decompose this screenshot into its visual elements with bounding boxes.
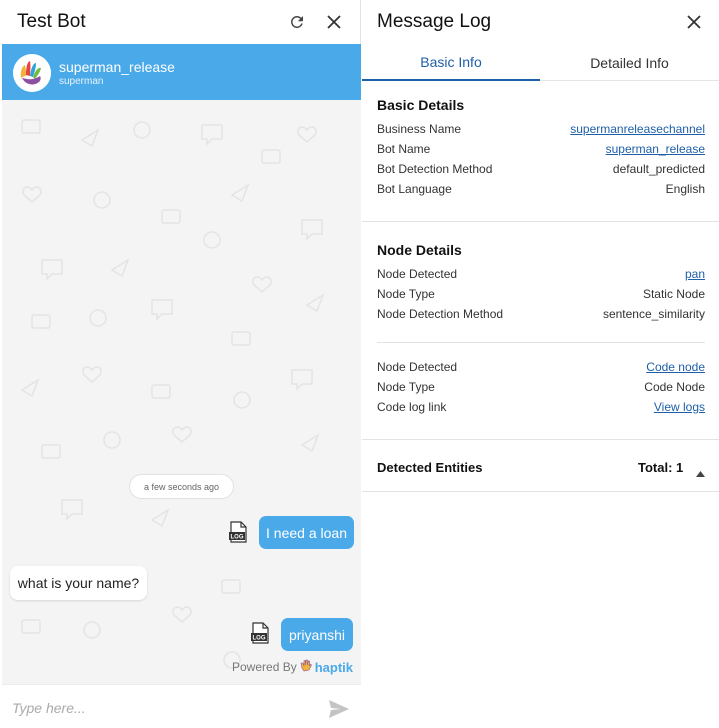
test-bot-panel: Test Bot superman_release superman a few…: [0, 0, 361, 728]
refresh-icon[interactable]: [285, 10, 309, 34]
powered-by-label: Powered By: [232, 660, 297, 674]
info-value: Code Node: [644, 380, 705, 394]
section-divider: [362, 439, 719, 440]
svg-text:LOG: LOG: [231, 535, 244, 541]
bot-info-bar: superman_release superman: [2, 44, 361, 100]
info-row: Bot Name superman_release: [377, 142, 705, 160]
bot-avatar: [13, 54, 51, 92]
info-key: Bot Name: [377, 142, 431, 156]
info-value: default_predicted: [612, 162, 705, 176]
tab-basic-info[interactable]: Basic Info: [362, 44, 540, 81]
powered-by: Powered By haptik: [232, 659, 353, 675]
log-icon[interactable]: LOG: [250, 622, 270, 644]
info-row: Node Type Code Node: [377, 380, 705, 398]
node-details-title: Node Details: [377, 242, 462, 258]
info-value: sentence_similarity: [602, 307, 705, 321]
info-key: Node Detected: [377, 267, 458, 281]
code-node-link[interactable]: Code node: [646, 360, 705, 374]
section-divider: [362, 491, 719, 492]
info-key: Bot Language: [377, 182, 452, 196]
bot-name-link[interactable]: superman_release: [606, 142, 705, 156]
info-value: English: [665, 182, 705, 196]
message-input[interactable]: [12, 697, 312, 719]
info-value: Static Node: [642, 287, 705, 301]
info-row: Code log link View logs: [377, 400, 705, 418]
info-row: Node Detected Code node: [377, 360, 705, 378]
section-divider: [362, 221, 719, 222]
app-root: Test Bot superman_release superman a few…: [0, 0, 719, 728]
detected-entities-label: Detected Entities: [377, 460, 483, 475]
log-icon[interactable]: LOG: [228, 521, 248, 543]
log-tabs: Basic Info Detailed Info: [362, 44, 719, 81]
bot-subtitle: superman: [59, 76, 104, 87]
bot-name: superman_release: [59, 59, 175, 75]
view-logs-link[interactable]: View logs: [654, 400, 705, 414]
user-message: I need a loan: [259, 516, 354, 549]
bot-message: what is your name?: [10, 566, 147, 600]
detected-entities-toggle[interactable]: Detected Entities Total: 1: [362, 441, 719, 491]
timestamp-pill: a few seconds ago: [129, 474, 234, 499]
info-key: Business Name: [377, 122, 462, 136]
hand-icon: [300, 659, 312, 675]
test-bot-title: Test Bot: [17, 11, 86, 32]
info-key: Node Type: [377, 380, 435, 394]
node-divider: [377, 342, 705, 343]
business-name-link[interactable]: supermanreleasechannel: [570, 122, 705, 136]
info-key: Node Detection Method: [377, 307, 504, 321]
user-message: priyanshi: [281, 618, 353, 651]
basic-details-title: Basic Details: [377, 97, 465, 113]
info-row: Bot Detection Method default_predicted: [377, 162, 705, 180]
info-key: Node Detected: [377, 360, 458, 374]
info-key: Node Type: [377, 287, 435, 301]
close-icon[interactable]: [682, 10, 706, 34]
message-log-panel: Message Log Basic Info Detailed Info Bas…: [362, 0, 719, 728]
info-row: Node Detection Method sentence_similarit…: [377, 307, 705, 325]
svg-text:LOG: LOG: [253, 636, 266, 642]
tab-detailed-info[interactable]: Detailed Info: [540, 44, 719, 81]
info-row: Business Name supermanreleasechannel: [377, 122, 705, 140]
info-key: Code log link: [377, 400, 447, 414]
caret-up-icon: [696, 464, 705, 482]
message-log-title: Message Log: [377, 11, 492, 32]
message-input-bar: [2, 684, 361, 728]
test-bot-header: Test Bot: [0, 0, 361, 44]
info-row: Bot Language English: [377, 182, 705, 200]
entities-total: Total: 1: [638, 460, 684, 475]
chat-area[interactable]: a few seconds ago LOG I need a loan what…: [2, 100, 361, 684]
info-row: Node Detected pan: [377, 267, 705, 285]
send-icon[interactable]: [328, 699, 350, 719]
close-icon[interactable]: [322, 10, 346, 34]
info-row: Node Type Static Node: [377, 287, 705, 305]
node-detected-link[interactable]: pan: [685, 267, 705, 281]
haptik-brand[interactable]: haptik: [315, 660, 353, 675]
info-key: Bot Detection Method: [377, 162, 493, 176]
